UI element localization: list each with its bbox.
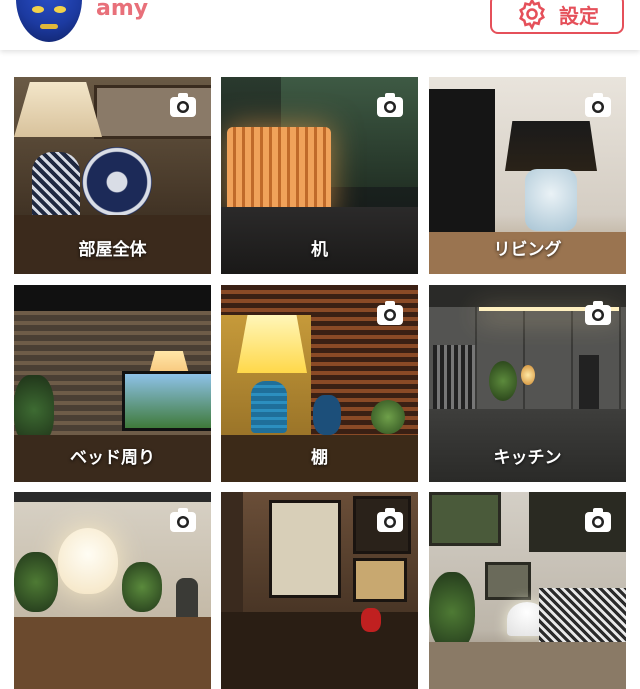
camera-icon[interactable]	[169, 91, 197, 119]
camera-icon[interactable]	[584, 299, 612, 327]
lampshade	[14, 82, 102, 137]
room-label: リビング	[493, 240, 562, 260]
blue-vase-lamp	[251, 381, 287, 433]
camera-icon[interactable]	[584, 91, 612, 119]
lamp-base	[32, 152, 80, 224]
desk-surface	[14, 617, 211, 689]
camera-icon[interactable]	[376, 299, 404, 327]
room-tile-bedside[interactable]: ベッド周り	[14, 285, 211, 482]
monitor	[122, 371, 211, 431]
ceiling	[14, 285, 211, 311]
framed-picture	[429, 492, 501, 546]
room-label: ベッド周り	[70, 448, 155, 468]
framed-picture	[353, 558, 407, 602]
avatar-mouth-icon	[40, 24, 58, 29]
paper-lamp	[58, 528, 118, 594]
red-object	[361, 608, 381, 632]
plant	[371, 400, 405, 434]
room-label: 机	[311, 240, 328, 260]
plant	[429, 572, 475, 652]
framed-picture	[485, 562, 531, 600]
username[interactable]: amy	[96, 0, 148, 21]
room-tile-kitchen[interactable]: キッチン	[429, 285, 626, 482]
candle-lamp	[521, 365, 535, 385]
patterned-tile	[539, 588, 626, 648]
room-label: 部屋全体	[78, 240, 147, 260]
black-lampshade	[505, 121, 597, 171]
blue-vase	[313, 395, 341, 435]
room-tile-shelf[interactable]: 棚	[221, 285, 418, 482]
camera-icon[interactable]	[376, 506, 404, 534]
camera-icon[interactable]	[376, 91, 404, 119]
gear-icon	[519, 0, 545, 31]
elephant-lamp-base	[525, 169, 577, 231]
settings-label: 設定	[559, 3, 599, 28]
tree-artwork	[269, 500, 341, 598]
room-tile-8[interactable]	[221, 492, 418, 689]
profile-header: amy 設定	[0, 0, 640, 50]
wood-lamp	[227, 127, 331, 219]
yellow-lampshade	[237, 315, 307, 373]
room-label: キッチン	[493, 448, 562, 468]
room-label: 棚	[311, 448, 328, 468]
settings-button[interactable]: 設定	[490, 0, 624, 34]
bottle	[579, 355, 599, 415]
plant	[489, 361, 517, 401]
camera-icon[interactable]	[584, 506, 612, 534]
room-tile-7[interactable]	[14, 492, 211, 689]
tv	[429, 89, 495, 247]
room-tile-desk[interactable]: 机	[221, 77, 418, 274]
plant	[14, 552, 58, 612]
plant	[122, 562, 162, 612]
avatar[interactable]	[16, 0, 82, 42]
shelf-surface	[221, 612, 418, 689]
room-tile-9[interactable]	[429, 492, 626, 689]
decorative-plate	[82, 147, 152, 217]
room-tile-living[interactable]: リビング	[429, 77, 626, 274]
shelf-top	[14, 492, 211, 502]
room-tile-whole-room[interactable]: 部屋全体	[14, 77, 211, 274]
avatar-eye-icon	[32, 6, 44, 13]
avatar-eye-icon	[54, 6, 66, 13]
camera-icon[interactable]	[169, 506, 197, 534]
counter	[429, 642, 626, 689]
